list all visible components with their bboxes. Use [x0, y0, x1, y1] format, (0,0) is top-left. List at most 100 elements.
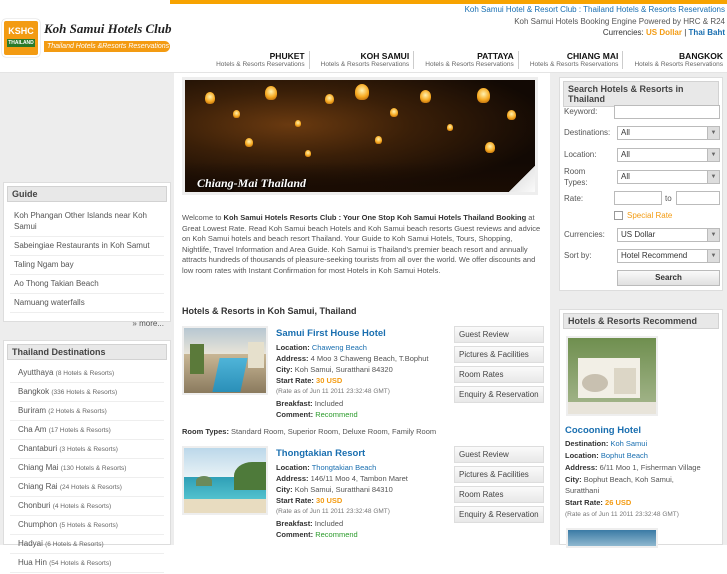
- destination-name: Chonburi: [18, 501, 51, 510]
- currency-usd-link[interactable]: US Dollar: [646, 28, 682, 37]
- hotel-actions: Guest Review Pictures & Facilities Room …: [454, 446, 544, 526]
- guide-more-link[interactable]: » more...: [4, 315, 170, 332]
- dropdown-arrow-icon: ▼: [707, 250, 719, 262]
- main-nav: PHUKET Hotels & Resorts Reservations KOH …: [205, 51, 727, 69]
- page-curl-decoration: [506, 163, 535, 192]
- label: Breakfast:: [276, 519, 313, 528]
- destination-name: Hadyai: [18, 539, 43, 548]
- hotel-city-value: Koh Samui, Suratthani 84310: [294, 485, 393, 494]
- keyword-input[interactable]: [614, 105, 720, 119]
- destination-item[interactable]: Hua Hin (54 Hotels & Resorts): [10, 554, 164, 573]
- nav-title: CHIANG MAI: [566, 51, 619, 61]
- hotel-city-value: Koh Samui, Suratthani 84320: [294, 365, 393, 374]
- rate-max-input[interactable]: [676, 191, 720, 205]
- guide-item[interactable]: Sabeingiae Restaurants in Koh Samut: [10, 237, 164, 256]
- nav-item-bangkok[interactable]: BANGKOK Hotels & Resorts Reservations: [622, 51, 727, 69]
- rate-min-input[interactable]: [614, 191, 662, 205]
- header-top-links[interactable]: Koh Samui Hotel & Resort Club : Thailand…: [465, 5, 725, 14]
- guide-item[interactable]: Koh Phangan Other Islands near Koh Samui: [10, 207, 164, 237]
- guest-review-button[interactable]: Guest Review: [454, 446, 544, 463]
- destination-item[interactable]: Chiang Rai (24 Hotels & Resorts): [10, 478, 164, 497]
- recommend-photo-next[interactable]: [566, 528, 658, 548]
- room-rates-button[interactable]: Room Rates: [454, 366, 544, 383]
- hotel-address-value: 146/11 Moo 4, Tambon Maret: [310, 474, 408, 483]
- destination-item[interactable]: Cha Am (17 Hotels & Resorts): [10, 421, 164, 440]
- guide-item[interactable]: Ao Thong Takian Beach: [10, 275, 164, 294]
- hotel-photo[interactable]: [182, 446, 268, 515]
- site-logo[interactable]: KSHC THAILAND Koh Samui Hotels Club Thai…: [2, 19, 172, 57]
- nav-item-koh-samui[interactable]: KOH SAMUI Hotels & Resorts Reservations: [308, 51, 414, 69]
- guide-item[interactable]: Taling Ngam bay: [10, 256, 164, 275]
- hotel-city: City: Koh Samui, Suratthani 84310: [276, 484, 393, 495]
- destination-name: Ayutthaya: [18, 368, 54, 377]
- search-title: Search Hotels & Resorts in Thailand: [563, 81, 719, 107]
- location-select[interactable]: All ▼: [617, 148, 720, 162]
- hotel-rate-note: (Rate as of Jun 11 2011 23:32:48 GMT): [276, 388, 390, 395]
- destination-item[interactable]: Ayutthaya (8 Hotels & Resorts): [10, 364, 164, 383]
- search-button[interactable]: Search: [617, 270, 720, 286]
- label: Address:: [276, 474, 309, 483]
- hotel-comment-value: Recommend: [315, 410, 358, 419]
- destination-count: (8 Hotels & Resorts): [55, 370, 115, 377]
- hotel-rate-note: (Rate as of Jun 11 2011 23:32:48 GMT): [276, 508, 390, 515]
- welcome-body: at Great Lowest Rate. Read Koh Samui bea…: [182, 213, 541, 275]
- guide-box: Guide Koh Phangan Other Islands near Koh…: [3, 182, 171, 328]
- destination-item[interactable]: Bangkok (336 Hotels & Resorts): [10, 383, 164, 402]
- currency-label: Currencies:: [602, 28, 644, 37]
- hotel-name[interactable]: Thongtakian Resort: [276, 448, 365, 459]
- destination-item[interactable]: Chonburi (4 Hotels & Resorts): [10, 497, 164, 516]
- nav-item-phuket[interactable]: PHUKET Hotels & Resorts Reservations: [205, 51, 309, 69]
- destinations-select[interactable]: All ▼: [617, 126, 720, 140]
- destination-count: (4 Hotels & Resorts): [52, 503, 112, 510]
- hotel-comment: Comment: Recommend: [276, 529, 358, 540]
- destination-name: Chantaburi: [18, 444, 58, 453]
- destination-item[interactable]: Buriram (2 Hotels & Resorts): [10, 402, 164, 421]
- guest-review-button[interactable]: Guest Review: [454, 326, 544, 343]
- label: Start Rate:: [276, 376, 314, 385]
- hotel-photo[interactable]: [182, 326, 268, 395]
- currency-switcher: Currencies: US Dollar | Thai Baht: [603, 28, 725, 37]
- destination-item[interactable]: Chantaburi (3 Hotels & Resorts): [10, 440, 164, 459]
- special-rate-label: Special Rate: [627, 211, 673, 220]
- label: City:: [276, 365, 293, 374]
- enquiry-reservation-button[interactable]: Enquiry & Reservation: [454, 506, 544, 523]
- pictures-facilities-button[interactable]: Pictures & Facilities: [454, 346, 544, 363]
- currency-thb-link[interactable]: Thai Baht: [689, 28, 725, 37]
- label: Start Rate:: [276, 496, 314, 505]
- destination-name: Chiang Mai: [18, 463, 59, 472]
- currencies-select[interactable]: US Dollar ▼: [617, 228, 720, 242]
- hotel-card: Samui First House Hotel Location: Chawen…: [182, 326, 544, 422]
- enquiry-reservation-button[interactable]: Enquiry & Reservation: [454, 386, 544, 403]
- hotel-location-link[interactable]: Thongtakian Beach: [312, 463, 377, 472]
- dropdown-arrow-icon: ▼: [707, 149, 719, 161]
- recommend-destination-link[interactable]: Koh Samui: [610, 439, 647, 448]
- hotel-location-link[interactable]: Chaweng Beach: [312, 343, 367, 352]
- nav-item-pattaya[interactable]: PATTAYA Hotels & Resorts Reservations: [413, 51, 518, 69]
- recommend-rate-value: 26 USD: [605, 498, 632, 507]
- currencies-label: Currencies:: [564, 230, 605, 239]
- destination-item[interactable]: Chiang Mai (130 Hotels & Resorts): [10, 459, 164, 478]
- special-rate-checkbox[interactable]: [614, 211, 623, 220]
- room-rates-button[interactable]: Room Rates: [454, 486, 544, 503]
- hotel-comment: Comment: Recommend: [276, 409, 358, 420]
- recommend-address-value: 6/11 Moo 1, Fisherman Village: [599, 463, 701, 472]
- recommend-city-2: Suratthani: [565, 486, 600, 495]
- guide-item[interactable]: Namuang waterfalls: [10, 294, 164, 313]
- hotel-name[interactable]: Samui First House Hotel: [276, 328, 386, 339]
- destination-count: (130 Hotels & Resorts): [60, 465, 127, 472]
- recommend-location-link[interactable]: Bophut Beach: [601, 451, 648, 460]
- hotel-room-types: Room Types: Standard Room, Superior Room…: [182, 427, 436, 436]
- nav-item-chiang-mai[interactable]: CHIANG MAI Hotels & Resorts Reservations: [517, 51, 623, 69]
- sortby-select[interactable]: Hotel Recommend ▼: [617, 249, 720, 263]
- sortby-label: Sort by:: [564, 251, 592, 260]
- recommend-photo[interactable]: [566, 336, 658, 416]
- pictures-facilities-button[interactable]: Pictures & Facilities: [454, 466, 544, 483]
- recommend-hotel-name[interactable]: Cocooning Hotel: [565, 425, 641, 436]
- header-engine-text: Koh Samui Hotels Booking Engine Powered …: [514, 17, 725, 26]
- nav-title: KOH SAMUI: [360, 51, 410, 61]
- destination-item[interactable]: Chumphon (5 Hotels & Resorts): [10, 516, 164, 535]
- guide-title: Guide: [7, 186, 167, 202]
- roomtypes-select[interactable]: All ▼: [617, 170, 720, 184]
- nav-sub: Hotels & Resorts Reservations: [320, 61, 410, 68]
- nav-sub: Hotels & Resorts Reservations: [529, 61, 619, 68]
